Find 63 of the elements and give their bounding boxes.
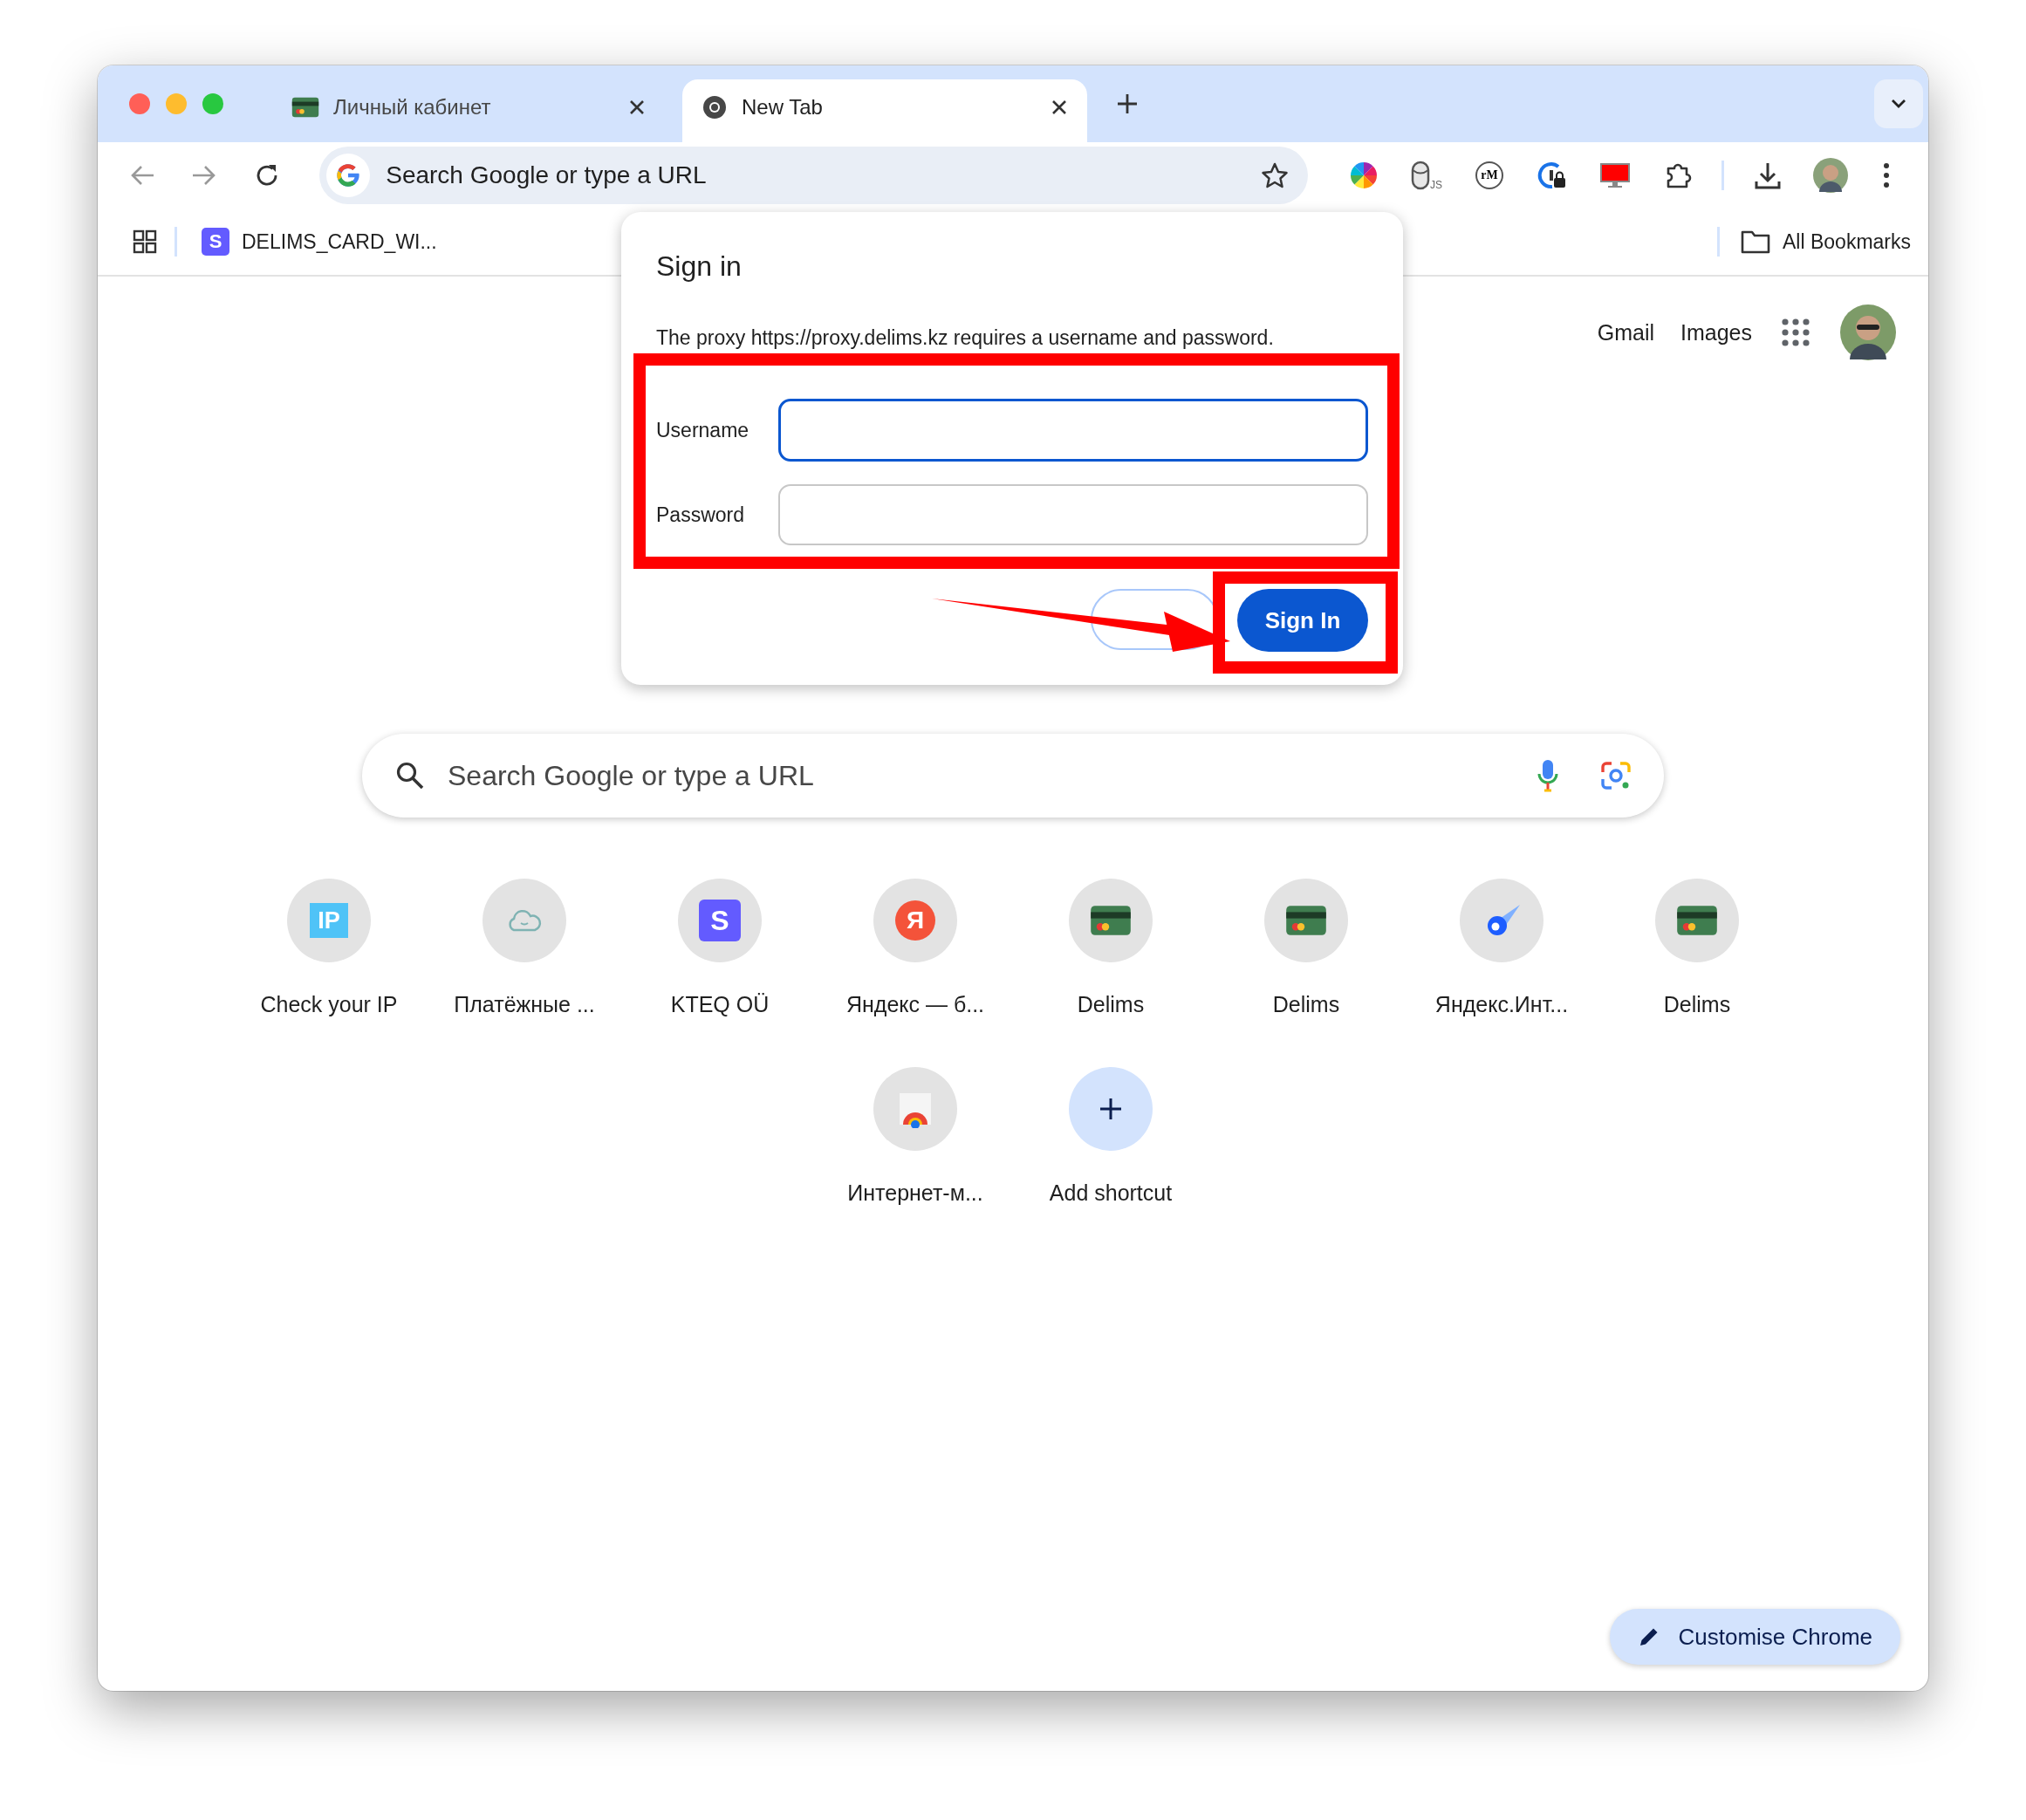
plus-icon	[1098, 1096, 1124, 1122]
account-avatar[interactable]	[1839, 304, 1897, 361]
shortcut-tile[interactable]: Я Яндекс — б...	[818, 875, 1013, 1050]
apps-grid-icon[interactable]	[1781, 318, 1810, 347]
card-icon	[1090, 905, 1132, 936]
browser-tab[interactable]: New Tab	[682, 79, 1087, 142]
card-icon	[291, 97, 319, 118]
search-icon	[395, 761, 425, 790]
address-input[interactable]: Search Google or type a URL	[384, 161, 1261, 190]
field-label: Password	[656, 503, 745, 527]
profile-avatar[interactable]	[1812, 157, 1849, 194]
download-icon[interactable]	[1753, 161, 1783, 190]
address-bar[interactable]: Search Google or type a URL	[319, 147, 1308, 204]
header-link[interactable]: Images	[1680, 319, 1752, 346]
search-field[interactable]: Search Google or type a URL	[362, 734, 1664, 818]
apps-grid-icon[interactable]	[133, 229, 157, 254]
plus-icon[interactable]	[1116, 92, 1139, 115]
close-icon[interactable]	[1051, 99, 1068, 116]
shortcut-tile[interactable]: IP Check your IP	[231, 875, 427, 1050]
shortcut-tile[interactable]: Платёжные ...	[427, 875, 622, 1050]
camera-lens-icon[interactable]	[1599, 760, 1632, 791]
stripe-icon: S	[202, 228, 229, 256]
folder-icon	[1741, 229, 1770, 254]
tab-search-button[interactable]	[1874, 79, 1923, 128]
input-field[interactable]	[778, 484, 1368, 545]
stripe-icon: S	[699, 900, 741, 941]
menu-icon[interactable]	[1883, 162, 1890, 188]
card-icon	[1285, 905, 1327, 936]
shortcut-tile[interactable]: Delims	[1599, 875, 1795, 1050]
shortcut-tile[interactable]: Яндекс.Инт...	[1404, 875, 1599, 1050]
cloud-icon	[507, 909, 542, 932]
yandex-icon: Я	[895, 900, 935, 941]
browser-tab[interactable]: Личный кабинет	[272, 79, 665, 142]
extension-button[interactable]: JS	[1395, 151, 1458, 200]
star-icon[interactable]	[1261, 161, 1289, 189]
ip-icon: IP	[310, 903, 348, 938]
microphone-icon[interactable]	[1537, 758, 1559, 793]
dialog-title: Sign in	[656, 250, 743, 283]
field-label: Username	[656, 418, 750, 442]
shortcut-tile[interactable]: Интернет-м...	[818, 1064, 1013, 1238]
card-icon	[1676, 905, 1718, 936]
extension-button[interactable]: rM	[1458, 151, 1521, 200]
sign-in-button[interactable]: Sign In	[1237, 589, 1368, 652]
gauge-lock-icon	[1537, 161, 1567, 190]
all-bookmarks-link[interactable]: All Bookmarks	[1741, 229, 1911, 254]
chevron-down-icon	[1890, 99, 1907, 109]
tab-title: Личный кабинет	[333, 95, 492, 120]
tab-title: New Tab	[742, 95, 824, 120]
close-icon[interactable]	[628, 99, 646, 116]
chrome-icon	[702, 94, 728, 120]
input-field[interactable]	[778, 399, 1368, 462]
shortcut-tile[interactable]: S KTEQ OÜ	[622, 875, 818, 1050]
monitor-icon	[1599, 161, 1631, 189]
search-input[interactable]: Search Google or type a URL	[446, 758, 1516, 793]
header-link[interactable]: Gmail	[1597, 319, 1654, 346]
shortcut-tile[interactable]: Delims	[1208, 875, 1404, 1050]
circle-badge-icon: rM	[1475, 161, 1503, 189]
shortcut-tile[interactable]: Add shortcut	[1013, 1064, 1208, 1238]
dialog-message: The proxy https://proxy.delims.kz requires a username and password.	[656, 326, 1275, 350]
customise-button[interactable]: Customise Chrome	[1610, 1609, 1900, 1665]
shortcut-tile[interactable]: Delims	[1013, 875, 1208, 1050]
bookmark-link[interactable]: S DELIMS_CARD_WI...	[202, 228, 437, 256]
color-wheel-icon	[1349, 161, 1379, 190]
